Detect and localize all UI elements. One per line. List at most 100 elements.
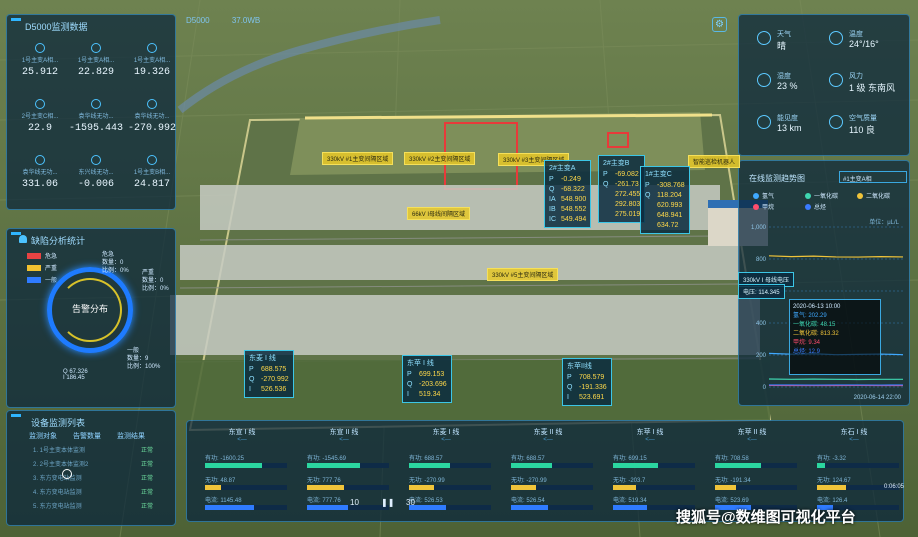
card-title: 东麦 I 线 [249,355,276,362]
alarm-gauge[interactable]: 告警分布 [47,267,133,353]
pause-button[interactable]: ❚❚ [381,498,394,507]
feeder-line-column[interactable]: 东麦 II 线 <— 有功: 688.57 无功: -270.99 电流: 526.54 [497,425,599,517]
row-key: I [249,386,251,393]
row-value: -308.768 [657,182,685,189]
weather-panel: 天气晴温度 24°/16° 湿度 23 % 风力 1 级 东南风 能见度 13 km 空气质量 1… [738,14,910,156]
feeder-line-column[interactable]: 东石 I 线 <— 有功: -3.32 无功: 124.67 电流: 126.4 [803,425,905,517]
row-key: Q [567,384,573,391]
line-name: 东宣 II 线 [329,429,359,436]
feeder-line-column[interactable]: 东苹 II 线 <— 有功: 708.58 无功: -191.34 电流: 523.69 [701,425,803,517]
arrow-icon: <— [441,437,451,443]
area-label[interactable]: 66kV I母线间隔区域 [407,207,471,220]
row-value: -270.992 [261,376,289,383]
line-i-label: 电流: 126.4 [817,498,848,504]
weather-value: 23 % [777,81,798,91]
area-label[interactable]: 330kV #2主变间隔区域 [404,152,476,165]
feeder-card[interactable]: 东苹II线 P 708.579 Q -191.336 I 523.691 [562,358,612,406]
column-header: 监测结果 [117,433,145,440]
leaf-icon [829,115,843,129]
column-header: 监测对象 [29,433,57,440]
forward-button[interactable]: 30 [406,498,415,507]
table-row[interactable]: 1. 1号主变本体监测 正常 [33,445,153,454]
feeder-line-column[interactable]: 东苹 I 线 <— 有功: 699.15 无功: -203.7 电流: 519.34 [599,425,701,517]
table-row[interactable]: 5. 东方变电站监测 正常 [33,501,153,510]
row-value: 118.204 [657,192,682,199]
metric-label: 袁华线无功... [22,170,58,176]
row-value: -68.322 [561,186,585,193]
table-row[interactable]: 4. 东方变电站监测 正常 [33,487,153,496]
legend-swatch [27,276,41,283]
card-row: 620.993 [645,201,685,211]
row-value: 549.494 [561,216,587,223]
table-header: 监测对象 告警数量 监测结果 [29,431,145,441]
metric-card: 1号主变A相... 25.912 [13,43,67,78]
row-key: P [645,182,650,189]
forward-seconds: 30 [406,498,415,507]
transformer-card[interactable]: 2#主变B P -69.082 Q -261.73 272.455 292.803 275.0… [598,155,646,223]
line-p-bar [511,463,593,468]
feeder-card[interactable]: 东苹 I 线 P 699.153 Q -203.696 I 519.34 [402,355,452,403]
card-row: IC 549.494 [549,215,586,225]
card-row: IA 548.900 [549,195,586,205]
settings-button[interactable]: ⚙ [712,17,727,32]
rewind-button[interactable]: 10 [350,498,359,507]
feeder-line-column[interactable]: 东宣 II 线 <— 有功: -1545.69 无功: 777.76 电流: 777.7… [293,425,395,517]
card-title: 东苹II线 [567,363,592,370]
row-value: -203.696 [419,381,447,388]
metric-value: -0.006 [77,179,114,190]
row-name: 1. 1号主变本体监测 [33,448,86,454]
row-value: -261.73 [615,181,639,188]
row-key [603,200,611,210]
area-label[interactable]: 330kV #1主变间隔区域 [322,152,394,165]
feeder-line-column[interactable]: 东宣 I 线 <— 有功: -1600.25 无功: 48.87 电流: 1145.48 [191,425,293,517]
row-value: 519.34 [419,391,441,398]
device-header: D5000 37.0WB [186,16,260,25]
legend-label: 严重 [45,266,58,272]
row-key: P [249,366,254,373]
line-q-bar [511,485,593,490]
row-key: Q [407,381,413,388]
feeder-card[interactable]: 东麦 I 线 P 688.575 Q -270.992 I 526.536 [244,350,294,398]
bar-fill [817,463,826,468]
area-label[interactable]: 智能巡检机器人 [688,155,741,168]
line-p-label: 有功: -1600.25 [205,456,245,462]
line-name: 东麦 II 线 [533,429,563,436]
metric-card: 1号主变A相... 19.326 [125,43,179,78]
weather-value: 110 良 [849,125,875,135]
weather-value: 24°/16° [849,39,879,49]
droplet-icon [757,73,771,87]
card-title: 2#主变B [603,160,630,167]
legend-swatch [27,264,41,271]
card-row: Q -191.336 [567,383,607,393]
row-key: P [603,171,608,178]
row-key: P [567,374,572,381]
transformer-card[interactable]: 2#主变A P -0.249 Q -68.322 IA 548.900 IB 548.552 IC… [544,160,592,228]
device-name: D5000 [186,16,210,25]
metric-label: 1号主变A相... [133,58,171,64]
device-version: 37.0WB [231,16,261,25]
alarm-panel: 缺陷分析统计 危急 严重 一般 告警分布 危急 数量：0 比例：0% 严重 数量：0 比例：0… [6,228,176,408]
progress-handle[interactable] [62,469,72,479]
row-key [603,210,611,220]
row-value: 648.941 [657,212,683,219]
gauge-icon [91,99,101,109]
bar-fill [409,463,450,468]
arrow-icon: <— [543,437,553,443]
table-row[interactable]: 3. 东方变电站监测 正常 [33,473,153,482]
bus-voltage-tag[interactable]: 电压: 114.345 [738,284,785,299]
row-value: 292.803 [615,201,641,208]
row-value: 634.72 [657,222,679,229]
table-row[interactable]: 2. 2号主变本体监测2 正常 [33,459,153,468]
series-line [768,255,904,258]
eye-icon [757,115,771,129]
y-tick-label: 0 [763,385,767,391]
row-value: 523.691 [579,394,605,401]
area-label[interactable]: 330kV #5主变间隔区域 [487,268,559,281]
transformer-card[interactable]: 1#主变C P -308.768 Q 118.204 620.993 648.941 634.… [640,166,690,234]
wind-icon [829,73,843,87]
watermark: 搜狐号@数维图可视化平台 [676,509,856,526]
row-result: 正常 [141,462,154,468]
arrow-icon: <— [645,437,655,443]
row-key: IB [549,206,556,213]
panel-title: 设备监测列表 [31,418,86,428]
